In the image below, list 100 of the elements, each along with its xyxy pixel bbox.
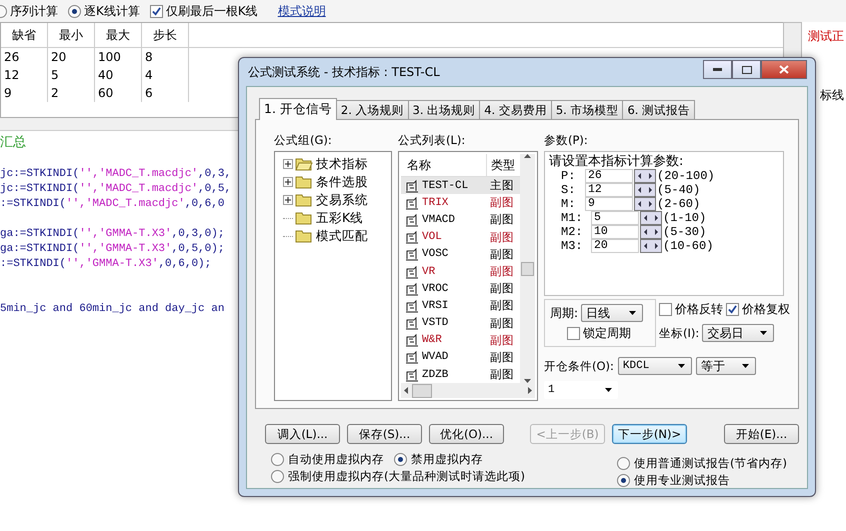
spin-buttons[interactable] [640, 211, 662, 225]
spin-buttons[interactable] [634, 183, 656, 197]
formula-type: 副图 [489, 298, 514, 314]
column-header[interactable]: 类型 [487, 156, 515, 174]
list-row[interactable]: VOL 副图 [401, 228, 520, 246]
radio-button[interactable] [617, 457, 630, 470]
table-cell: 5 [48, 66, 95, 84]
column-header: 缺省 [1, 23, 48, 47]
radio-button[interactable] [271, 453, 284, 466]
scroll-up-icon[interactable] [524, 154, 532, 158]
expand-icon[interactable] [283, 177, 293, 187]
scroll-right-icon[interactable] [528, 387, 532, 394]
parameter-input[interactable]: 5 [591, 211, 639, 225]
table-cell: 60 [95, 84, 142, 102]
list-row[interactable]: TRIX 副图 [401, 194, 520, 212]
scrollbar[interactable] [520, 154, 535, 384]
radio-label: 强制使用虚拟内存(大量品种测试时请选此项) [288, 469, 525, 484]
condition-dropdown[interactable]: KDCL [618, 357, 692, 375]
radio-label: 序列计算 [10, 2, 58, 20]
list-row[interactable]: TEST-CL 主图 [401, 177, 520, 194]
parameter-input[interactable]: 20 [591, 239, 639, 253]
list-row[interactable]: VMACD 副图 [401, 211, 520, 229]
table-cell: 100 [95, 48, 142, 66]
maximize-icon [742, 66, 752, 74]
parameter-input[interactable]: 9 [585, 197, 633, 211]
scroll-left-icon[interactable] [404, 387, 408, 394]
radio-button[interactable] [271, 470, 284, 483]
radio-label: 禁用虚拟内存 [411, 452, 483, 467]
tree-item[interactable]: 五彩K线 [315, 210, 364, 226]
checkbox[interactable] [567, 327, 580, 340]
spin-buttons[interactable] [640, 225, 662, 239]
minimize-icon [713, 68, 722, 71]
list-row[interactable]: WVAD 副图 [401, 348, 520, 366]
list-row[interactable]: VR 副图 [401, 262, 520, 280]
list-row[interactable]: VRSI 副图 [401, 297, 520, 314]
dialog-button[interactable]: 优化(O)... [429, 424, 504, 444]
radio-button[interactable] [617, 474, 630, 487]
code-line: jc:=STKINDI('','MADC_T.macdjc',0,3, [0, 167, 232, 182]
parameter-input[interactable]: 12 [585, 183, 633, 197]
dialog-button[interactable]: 开始(E)... [724, 424, 799, 444]
tree-item[interactable]: 条件选股 [315, 174, 369, 190]
field-label: 公式组(G): [274, 133, 333, 149]
tab[interactable]: 5. 市场模型 [550, 100, 624, 119]
spin-buttons[interactable] [634, 169, 656, 183]
spin-buttons[interactable] [640, 239, 662, 253]
scroll-thumb[interactable] [412, 384, 432, 398]
dialog-button[interactable]: 下一步(N)> [612, 424, 687, 444]
help-link[interactable]: 模式说明 [278, 2, 326, 20]
radio-button[interactable] [68, 4, 81, 18]
side-label: 测试正 [808, 28, 845, 45]
section-heading: 汇总 [0, 134, 26, 152]
dialog-button[interactable]: 保存(S)... [347, 424, 422, 444]
scrollbar[interactable] [401, 383, 535, 398]
dialog-button[interactable]: 调入(L)... [265, 424, 340, 444]
formula-icon [405, 196, 419, 210]
scroll-thumb[interactable] [521, 262, 534, 276]
parameter-input[interactable]: 10 [591, 225, 639, 239]
parameter-input[interactable]: 26 [585, 169, 633, 183]
parameter-name: M1: [561, 211, 584, 225]
field-label: 坐标(I): [659, 326, 700, 340]
formula-icon [405, 316, 419, 330]
value-dropdown[interactable]: 1 [544, 381, 618, 399]
list-row[interactable]: VOSC 副图 [401, 246, 520, 263]
period-dropdown[interactable]: 日线 [581, 304, 644, 322]
minimize-button[interactable] [703, 60, 732, 79]
dropdown-arrow-icon [678, 364, 685, 368]
close-button[interactable] [761, 60, 807, 79]
tree-item[interactable]: 交易系统 [315, 192, 369, 208]
tree-item[interactable]: 技术指标 [315, 156, 369, 172]
expand-icon[interactable] [283, 159, 293, 169]
formula-icon [405, 230, 419, 244]
formula-name: W&R [422, 334, 442, 346]
tab[interactable]: 3. 出场规则 [408, 100, 480, 119]
checkbox[interactable] [726, 303, 739, 316]
table-cell: 9 [1, 84, 48, 102]
tab[interactable]: 6. 测试报告 [622, 100, 696, 119]
expand-icon[interactable] [283, 195, 293, 205]
tab[interactable]: 4. 交易费用 [479, 100, 552, 119]
formula-type: 副图 [489, 264, 514, 280]
checkbox[interactable] [150, 4, 163, 18]
tab[interactable]: 2. 入场规则 [336, 100, 409, 119]
tree-item[interactable]: 模式匹配 [315, 228, 369, 244]
list-row[interactable]: W&R 副图 [401, 332, 520, 349]
code-line: jc:=STKINDI('','MADC_T.macdjc',0,5, [0, 182, 232, 197]
maximize-button[interactable] [732, 60, 761, 79]
checkbox[interactable] [659, 303, 672, 316]
list-row[interactable]: ZDZB 副图 [401, 366, 520, 384]
operator-dropdown[interactable]: 等于 [696, 357, 756, 375]
dropdown-arrow-icon [605, 388, 612, 392]
spin-buttons[interactable] [634, 197, 656, 211]
table-cell: 4 [142, 66, 189, 84]
radio-button[interactable] [394, 453, 407, 466]
window-title: 公式测试系统 - 技术指标 : TEST-CL [248, 64, 440, 80]
column-header[interactable]: 名称 [401, 154, 487, 176]
list-row[interactable]: VSTD 副图 [401, 314, 520, 332]
field-label: 参数(P): [544, 133, 589, 149]
parameter-range: (2-60) [657, 197, 700, 211]
axis-dropdown[interactable]: 交易日 [702, 324, 774, 342]
list-row[interactable]: VROC 副图 [401, 280, 520, 298]
tab[interactable]: 1. 开仓信号 [259, 98, 337, 120]
